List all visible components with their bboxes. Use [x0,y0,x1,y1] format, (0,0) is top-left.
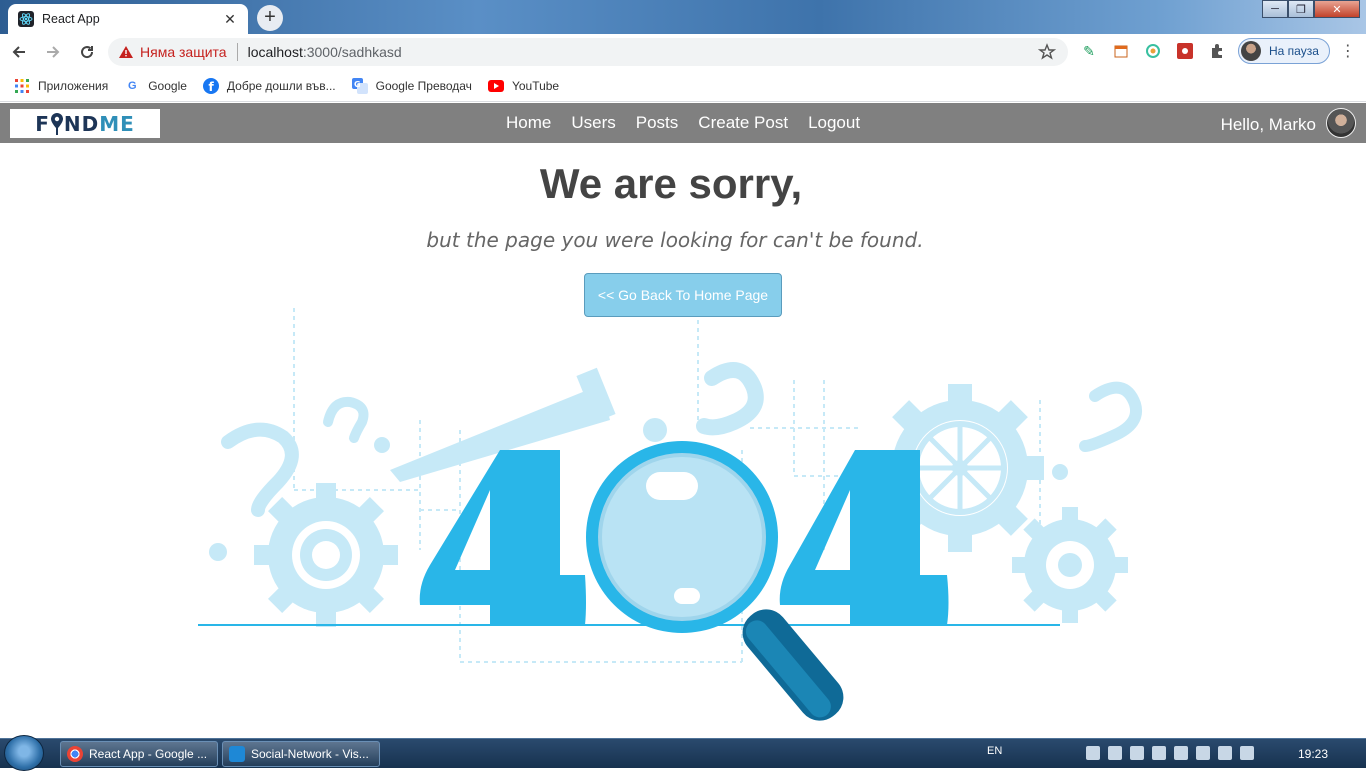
nav-logout[interactable]: Logout [808,113,860,133]
tray-app-icon[interactable] [1086,746,1100,760]
extension-red-icon[interactable] [1174,40,1196,62]
security-label[interactable]: Няма защита [140,44,227,60]
logo-text-nd: ND [63,111,100,136]
reload-icon[interactable] [72,37,102,67]
logo-text-me: ME [99,111,135,136]
extensions-area: ✎ На пауза ⋮ [1078,38,1356,64]
gear-small-icon [1012,507,1128,623]
nav-home[interactable]: Home [506,113,551,133]
main-nav: Home Users Posts Create Post Logout [506,103,860,143]
tab-title: React App [42,12,100,26]
profile-status: На пауза [1269,44,1319,58]
bookmark-label: Добре дошли във... [226,78,336,93]
taskbar-clock[interactable]: 19:23 [1298,747,1328,761]
question-mark-top [643,362,764,442]
url-host: localhost [247,44,303,60]
close-window-button[interactable]: ✕ [1314,0,1360,18]
new-tab-button[interactable]: + [257,5,283,31]
extensions-puzzle-icon[interactable] [1206,40,1228,62]
start-button[interactable] [4,735,44,771]
question-mark-right [1052,381,1142,480]
windows-taskbar: React App - Google ... Social-Network - … [0,735,1366,771]
map-pin-icon [50,112,63,135]
question-mark-small [323,396,390,453]
warning-icon [119,46,133,58]
bookmark-apps[interactable]: Приложения [14,78,108,94]
tray-battery-icon[interactable] [1174,746,1188,760]
translate-icon: G [351,77,368,94]
page-subheading: but the page you were looking for can't … [426,228,924,252]
browser-toolbar: Няма защита localhost:3000/sadhkasd ✎ На… [0,34,1366,70]
go-back-home-button[interactable]: << Go Back To Home Page [584,273,782,317]
back-arrow-icon[interactable] [4,37,34,67]
user-greeting: Hello, Marko [1220,115,1316,134]
nav-create-post[interactable]: Create Post [698,113,788,133]
window-controls: ─ ❐ ✕ [1262,0,1360,18]
page-heading: We are sorry, [539,160,803,207]
logo-text-f: F [35,111,50,136]
gear-left-icon [254,483,398,627]
google-icon: G [127,79,137,92]
404-illustration [198,308,1142,721]
tray-signal-icon[interactable] [1196,746,1210,760]
tab-close-icon[interactable]: ✕ [222,11,238,28]
bookmark-label: Google Преводач [375,78,472,93]
taskbar-item-label: Social-Network - Vis... [251,747,369,761]
taskbar-item-vscode[interactable]: Social-Network - Vis... [222,741,380,767]
address-bar[interactable]: Няма защита localhost:3000/sadhkasd [108,38,1068,66]
bookmark-label: Приложения [38,78,109,93]
bookmark-label: Google [148,78,187,93]
extension-calendar-icon[interactable] [1110,40,1132,62]
tray-monitor-icon[interactable] [1130,746,1144,760]
tray-volume-icon[interactable] [1240,746,1254,760]
maximize-button[interactable]: ❐ [1288,0,1314,18]
taskbar-item-label: React App - Google ... [89,747,208,761]
app-navbar: F ND ME Home Users Posts Create Post Logo… [0,103,1366,143]
tray-flag-icon[interactable] [1218,746,1232,760]
extension-clip-icon[interactable]: ✎ [1078,40,1100,62]
address-separator [236,43,238,61]
svg-text:G: G [354,80,361,89]
minimize-button[interactable]: ─ [1262,0,1288,18]
youtube-icon [487,78,504,94]
bookmark-translate[interactable]: G Google Преводач [351,77,472,94]
vscode-icon [229,746,245,762]
forward-arrow-icon[interactable] [38,37,68,67]
bookmark-facebook[interactable]: f Добре дошли във... [202,77,336,94]
bookmark-youtube[interactable]: YouTube [487,78,560,94]
chrome-icon [67,746,83,762]
tray-network-off-icon[interactable] [1152,746,1166,760]
browser-menu-icon[interactable]: ⋮ [1340,41,1356,61]
apps-grid-icon [14,78,30,94]
nav-users[interactable]: Users [571,113,615,133]
language-indicator[interactable]: EN [987,745,1002,757]
bookmark-google[interactable]: G Google [124,78,187,94]
findme-logo[interactable]: F ND ME [10,109,160,138]
system-tray [1086,746,1254,760]
profile-button[interactable]: На пауза [1238,38,1330,64]
digit-four-left [419,450,586,625]
extension-target-icon[interactable] [1142,40,1164,62]
svg-text:f: f [208,80,214,94]
nav-posts[interactable]: Posts [636,113,679,133]
taskbar-item-chrome[interactable]: React App - Google ... [60,741,218,767]
react-logo-icon [18,11,34,27]
browser-tab[interactable]: React App ✕ [8,4,248,34]
browser-tab-strip: React App ✕ + ─ ❐ ✕ [0,0,1366,34]
url-path: :3000/sadhkasd [302,44,402,60]
tray-dropbox-icon[interactable] [1108,746,1122,760]
bookmark-star-icon[interactable] [1037,43,1057,64]
bookmarks-bar: Приложения G Google f Добре дошли във...… [0,70,1366,102]
profile-avatar [1241,41,1261,61]
facebook-icon: f [202,77,219,94]
user-avatar[interactable] [1326,108,1356,138]
bookmark-label: YouTube [511,78,560,93]
